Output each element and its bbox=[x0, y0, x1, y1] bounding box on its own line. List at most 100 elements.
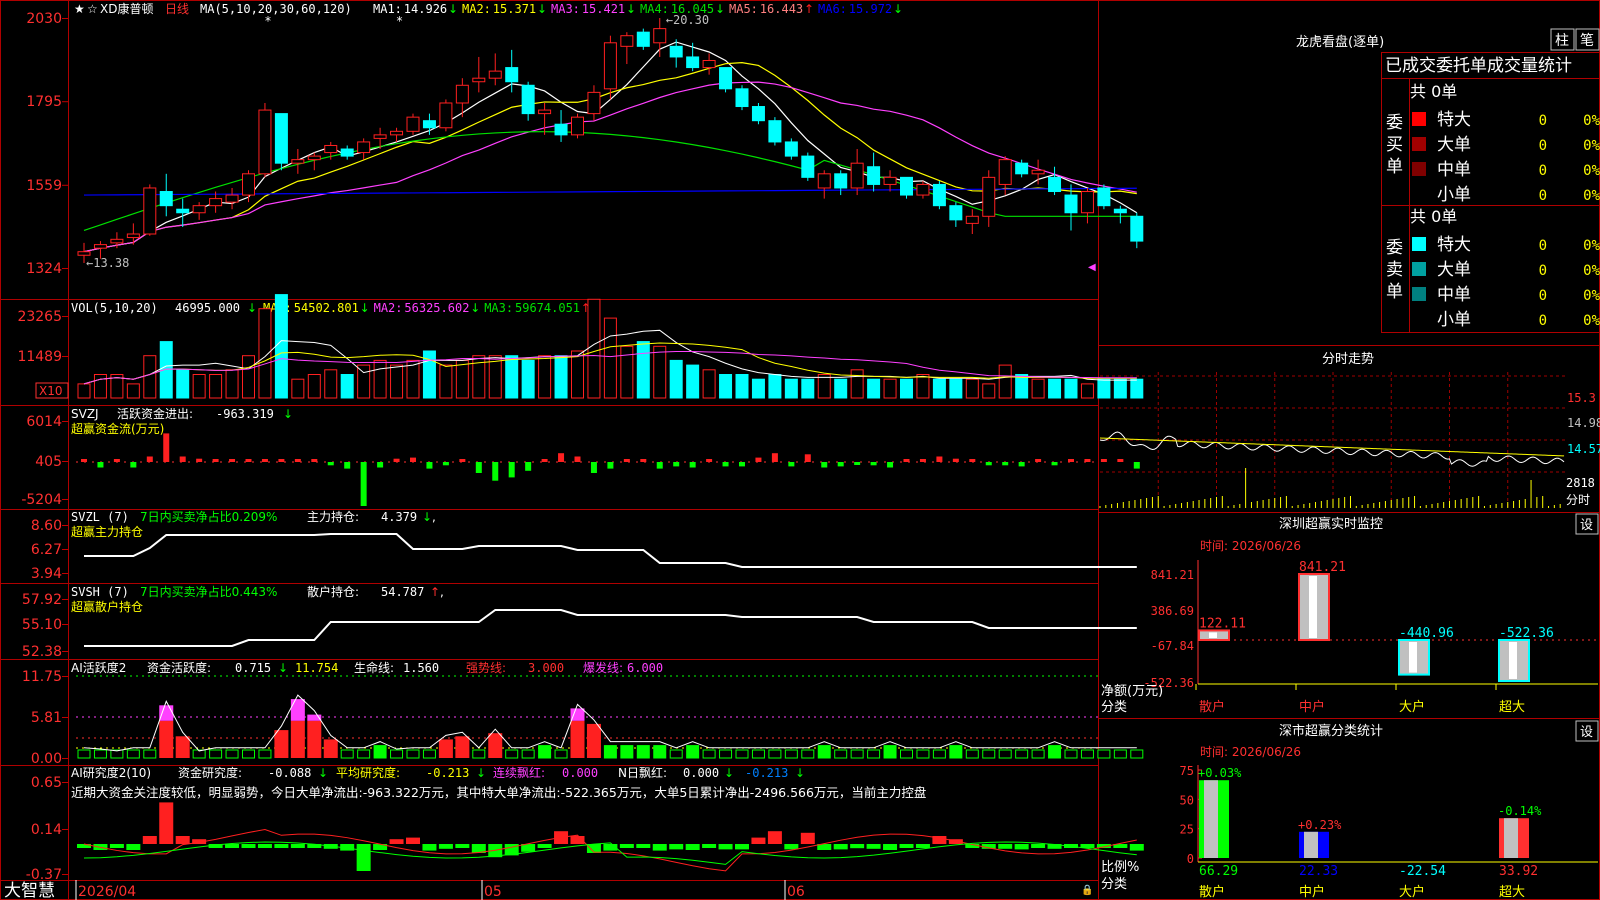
vol-ma-name: MA2: bbox=[374, 301, 403, 315]
date-axis: 2026/04 05 06 bbox=[75, 880, 805, 900]
bar-mode-label: 柱 bbox=[1555, 33, 1569, 49]
volume-bar bbox=[143, 355, 157, 399]
minute-chart[interactable]: 15.3 14.98 14.57 bbox=[1099, 372, 1600, 508]
activity-bar bbox=[357, 749, 371, 759]
cls-time: 时间: 2026/06/26 bbox=[1200, 745, 1301, 759]
y-tick-label: 5.81 bbox=[31, 710, 62, 726]
research-bar bbox=[784, 844, 799, 850]
order-row-label: 特大 bbox=[1437, 235, 1471, 255]
stock-name[interactable]: XD康普顿 bbox=[100, 1, 153, 16]
flow-bar bbox=[755, 457, 762, 462]
ai2-comment: 近期大资金关注度较低，明显弱势，今日大单净流出:-963.322万元，其中特大单… bbox=[71, 785, 926, 800]
flow-bar bbox=[656, 462, 663, 469]
sz-bar-shine bbox=[1309, 576, 1317, 638]
flow-bar bbox=[245, 459, 252, 462]
volume-bar bbox=[291, 378, 305, 399]
candle-body bbox=[439, 102, 453, 129]
volume-bar bbox=[653, 345, 667, 399]
volume-bar bbox=[505, 355, 519, 399]
svzl-sub: 超赢主力持仓 bbox=[71, 524, 143, 539]
candle-body bbox=[686, 56, 700, 69]
research-bar bbox=[751, 837, 766, 844]
ai1-a-val: 0.715 bbox=[235, 661, 271, 675]
minute-y-label: 14.57 bbox=[1567, 442, 1600, 456]
y-tick-label: -5204 bbox=[21, 492, 62, 508]
research-bar bbox=[175, 836, 190, 844]
flow-bar bbox=[229, 459, 236, 462]
ai1-d-val: 3.000 bbox=[528, 661, 564, 675]
flow-bar bbox=[97, 462, 104, 468]
period-label[interactable]: 日线 bbox=[165, 2, 189, 16]
candle-body bbox=[1031, 169, 1045, 175]
cls-cat-label: 大户 bbox=[1399, 884, 1425, 900]
cls-bar-shine bbox=[1204, 780, 1218, 858]
candle-body bbox=[587, 91, 601, 115]
activity-bar bbox=[1064, 749, 1078, 759]
volume-bar bbox=[850, 369, 864, 399]
candle-body bbox=[949, 205, 963, 221]
activity-bar bbox=[932, 749, 946, 759]
order-row-pct: 0% bbox=[1583, 188, 1600, 204]
candle-body bbox=[373, 134, 387, 139]
candle-body bbox=[735, 88, 749, 108]
activity-bar bbox=[1031, 749, 1045, 759]
flow-bar bbox=[130, 462, 137, 468]
order-row-label: 特大 bbox=[1437, 110, 1471, 130]
dragon-title: 龙虎看盘(逐单) bbox=[1296, 34, 1384, 50]
candle-body bbox=[801, 155, 815, 178]
ai2-d-val: 0.000 bbox=[683, 766, 719, 780]
volume-bar bbox=[176, 369, 190, 399]
research-bar bbox=[718, 844, 733, 850]
flow-bar bbox=[360, 462, 367, 506]
order-row-pct: 0% bbox=[1583, 238, 1600, 254]
activity-bar bbox=[225, 749, 239, 759]
candle-body bbox=[636, 31, 650, 47]
activity-bar bbox=[735, 749, 749, 759]
tick-mode-label: 笔 bbox=[1580, 33, 1594, 49]
vol-ma-value: 59674.051 bbox=[515, 301, 580, 315]
buy-side-label: 委买单 bbox=[1386, 113, 1403, 177]
candle-body bbox=[867, 166, 881, 185]
flow-bar bbox=[377, 462, 384, 468]
vol-ma-value: 54502.801 bbox=[294, 301, 359, 315]
ma-name: MA5: bbox=[729, 2, 758, 16]
research-bar bbox=[356, 844, 371, 871]
candle-body bbox=[932, 183, 946, 207]
sz-time: 时间: 2026/06/26 bbox=[1200, 539, 1301, 553]
ma3-line bbox=[83, 81, 1137, 253]
lock-icon[interactable]: 🔒 bbox=[1081, 884, 1093, 896]
activity-bar bbox=[636, 745, 650, 759]
star-icon: ★ bbox=[74, 2, 85, 16]
flow-bar bbox=[1051, 462, 1058, 466]
buy-total: 共 0单 bbox=[1410, 82, 1457, 101]
research-bar bbox=[142, 836, 157, 844]
volume-bar bbox=[274, 294, 288, 399]
candle-body bbox=[291, 159, 305, 164]
research-bar bbox=[669, 844, 684, 850]
sell-side-label: 委卖单 bbox=[1386, 238, 1403, 302]
order-row-pct: 0% bbox=[1583, 138, 1600, 154]
svzj-arrow: ↓ bbox=[283, 407, 293, 421]
y-tick-label: 23265 bbox=[17, 309, 62, 325]
research-bar bbox=[1014, 844, 1029, 850]
candle-body bbox=[505, 67, 519, 83]
ma-value: 15.972 bbox=[849, 2, 892, 16]
ai2-a-arrow: ↓ bbox=[318, 766, 328, 780]
order-row-count: 0 bbox=[1539, 113, 1547, 129]
research-bar bbox=[767, 831, 782, 844]
vertical-char: 卖 bbox=[1386, 260, 1403, 280]
vol-unit: X10 bbox=[39, 384, 63, 398]
svzl-arrow: ↓ bbox=[422, 510, 432, 524]
cls-cat-label: 超大 bbox=[1499, 885, 1525, 900]
svsh-tail: , bbox=[440, 585, 444, 599]
vol-label: VOL(5,10,20) bbox=[71, 301, 158, 315]
volume-bar bbox=[817, 374, 831, 399]
activity-bar bbox=[817, 745, 831, 759]
y-tick-label: 1795 bbox=[26, 94, 62, 110]
volume-bar bbox=[916, 374, 930, 399]
research-bar bbox=[899, 844, 914, 848]
activity-bar bbox=[274, 730, 289, 758]
volume-bar bbox=[900, 378, 913, 399]
ma-label: MA(5,10,20,30,60,120) bbox=[200, 2, 352, 16]
flow-bar bbox=[689, 462, 696, 468]
